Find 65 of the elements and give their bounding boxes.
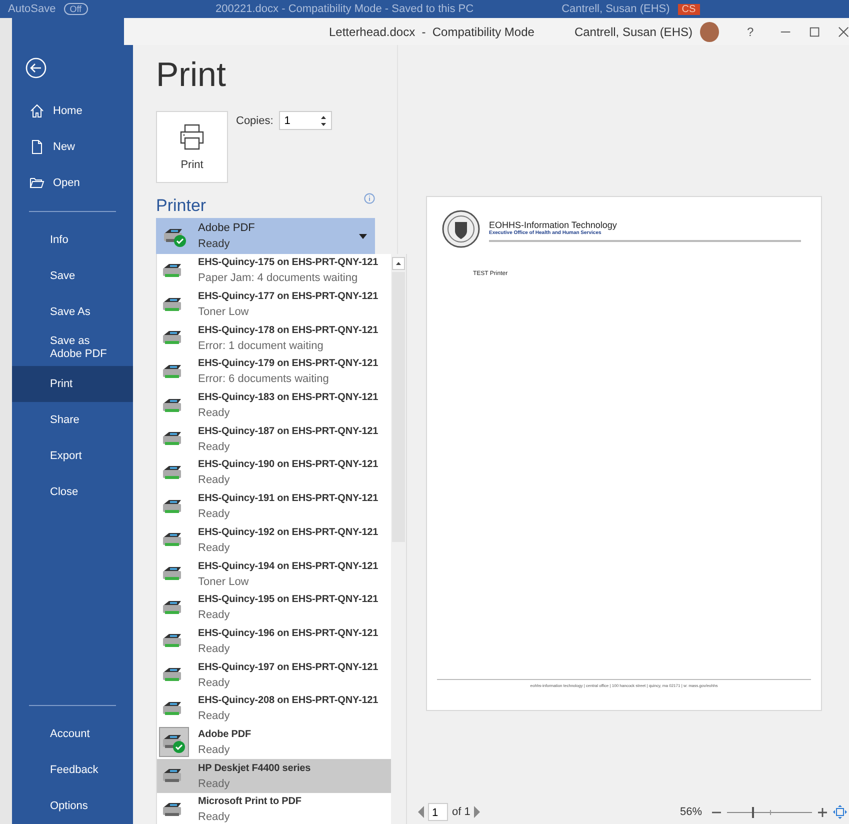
sidebar-item[interactable]: Share xyxy=(12,402,133,438)
page-title: Print xyxy=(156,55,227,95)
print-button[interactable]: Print xyxy=(156,111,228,183)
printer-option[interactable]: Adobe PDF Ready xyxy=(157,726,391,760)
printer-option[interactable]: EHS-Quincy-175 on EHS-PRT-QNY-121 Paper Jam: 4 documents waiting xyxy=(157,254,391,288)
page-number-field[interactable]: 1 xyxy=(428,803,448,821)
avatar-circle[interactable] xyxy=(700,22,719,42)
printer-icon xyxy=(179,123,205,151)
printer-option[interactable]: EHS-Quincy-190 on EHS-PRT-QNY-121 Ready xyxy=(157,456,391,490)
autosave-label: AutoSave xyxy=(8,3,56,15)
printer-dropdown[interactable]: Adobe PDF Ready xyxy=(156,218,375,254)
sidebar-item[interactable]: Save As xyxy=(12,294,133,330)
sidebar-nav-item[interactable]: Open xyxy=(12,165,133,201)
printer-option[interactable]: Microsoft Print to PDF Ready xyxy=(157,793,391,824)
printer-option[interactable]: EHS-Quincy-177 on EHS-PRT-QNY-121 Toner Low xyxy=(157,288,391,322)
printer-option[interactable]: EHS-Quincy-194 on EHS-PRT-QNY-121 Toner Low xyxy=(157,557,391,591)
sidebar-nav-item[interactable]: New xyxy=(12,129,133,165)
next-page-icon[interactable] xyxy=(474,806,480,818)
help-button[interactable]: ? xyxy=(739,24,762,38)
background-user-name: Cantrell, Susan (EHS) xyxy=(562,3,670,15)
sidebar-item[interactable]: Save xyxy=(12,258,133,294)
printer-option[interactable]: EHS-Quincy-196 on EHS-PRT-QNY-121 Ready xyxy=(157,624,391,658)
sidebar-item[interactable]: Save as Adobe PDF xyxy=(12,330,133,366)
printer-option[interactable]: EHS-Quincy-192 on EHS-PRT-QNY-121 Ready xyxy=(157,524,391,558)
printer-option[interactable]: EHS-Quincy-197 on EHS-PRT-QNY-121 Ready xyxy=(157,658,391,692)
sidebar-item[interactable]: Print xyxy=(12,366,133,402)
window-title: Letterhead.docx - Compatibility Mode xyxy=(329,24,534,38)
sidebar-item[interactable]: Close xyxy=(12,474,133,510)
maximize-icon[interactable] xyxy=(808,26,820,38)
sidebar-item[interactable]: Account xyxy=(12,716,133,752)
printer-option[interactable]: EHS-Quincy-187 on EHS-PRT-QNY-121 Ready xyxy=(157,422,391,456)
spinner-arrows-icon[interactable] xyxy=(320,114,328,128)
home-icon xyxy=(29,103,45,119)
copies-label: Copies: xyxy=(236,115,274,127)
copies-spinner[interactable]: 1 xyxy=(279,111,332,130)
autosave-toggle[interactable]: Off xyxy=(64,3,88,15)
scroll-up-icon[interactable] xyxy=(392,257,405,270)
printer-option[interactable]: EHS-Quincy-208 on EHS-PRT-QNY-121 Ready xyxy=(157,692,391,726)
printer-heading: Printer xyxy=(156,196,206,216)
seal-icon xyxy=(441,209,481,249)
sidebar-nav-item[interactable]: Home xyxy=(12,93,133,129)
previous-page-icon[interactable] xyxy=(418,806,424,818)
page-count: of 1 xyxy=(452,806,470,818)
folder-icon xyxy=(29,175,45,191)
scrollbar[interactable] xyxy=(391,254,406,824)
printer-option[interactable]: EHS-Quincy-178 on EHS-PRT-QNY-121 Error: 1 document waiting xyxy=(157,321,391,356)
zoom-in-icon[interactable] xyxy=(818,808,827,816)
printer-option[interactable]: EHS-Quincy-195 on EHS-PRT-QNY-121 Ready xyxy=(157,590,391,625)
dropdown-caret-icon xyxy=(359,234,367,238)
letterhead-title: EOHHS-Information Technology xyxy=(489,220,618,230)
printer-option[interactable]: HP Deskjet F4400 series Ready xyxy=(157,759,391,793)
background-window-title: 200221.docx - Compatibility Mode - Saved to this PC xyxy=(216,3,474,15)
sidebar-item[interactable]: Info xyxy=(12,222,133,258)
sidebar-item[interactable]: Feedback xyxy=(12,752,133,788)
zoom-percent: 56% xyxy=(680,806,702,818)
printer-option[interactable]: EHS-Quincy-183 on EHS-PRT-QNY-121 Ready xyxy=(157,388,391,422)
close-icon[interactable] xyxy=(838,26,849,38)
user-initials-badge: CS xyxy=(678,4,700,14)
sidebar-item[interactable]: Options xyxy=(12,788,133,824)
printer-option[interactable]: EHS-Quincy-191 on EHS-PRT-QNY-121 Ready xyxy=(157,490,391,524)
document-icon xyxy=(29,139,45,155)
fit-page-icon[interactable] xyxy=(833,805,847,819)
printer-option[interactable]: EHS-Quincy-179 on EHS-PRT-QNY-121 Error: 6 documents waiting xyxy=(157,355,391,389)
sidebar-item[interactable]: Export xyxy=(12,438,133,474)
user-name[interactable]: Cantrell, Susan (EHS) xyxy=(574,24,692,38)
